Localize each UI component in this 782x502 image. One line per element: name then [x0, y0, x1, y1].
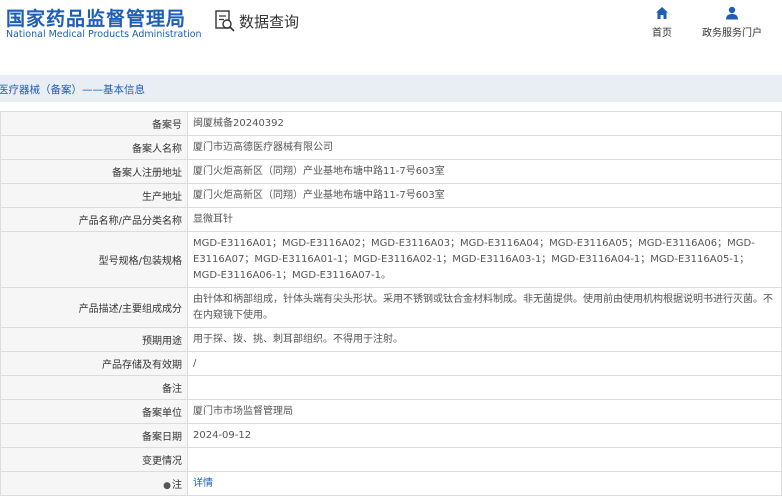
- logo-chinese[interactable]: 国家药品监督管理局: [6, 4, 186, 31]
- row-value: 闽厦械备20240392: [187, 111, 782, 136]
- row-value: 厦门火炬高新区（同翔）产业基地布塘中路11-7号603室: [187, 183, 782, 208]
- table-row: 产品描述/主要组成成分 由针体和柄部组成，针体头端有尖头形状。采用不锈钢或钛合金…: [0, 287, 782, 328]
- breadcrumb-bar: 医疗器械（备案）——基本信息: [0, 75, 782, 102]
- row-label: 备案人名称: [0, 135, 188, 160]
- row-value: /: [187, 351, 782, 376]
- note-value-cell: 详情: [187, 471, 782, 496]
- row-label: 产品存储及有效期: [0, 351, 188, 376]
- row-label: 备案日期: [0, 423, 188, 448]
- row-value: 2024-09-12: [187, 423, 782, 448]
- table-row: 生产地址 厦门火炬高新区（同翔）产业基地布塘中路11-7号603室: [0, 183, 782, 208]
- table-row: 备案日期 2024-09-12: [0, 423, 782, 448]
- table-row: 产品存储及有效期 /: [0, 351, 782, 376]
- row-value: 用于探、拨、挑、刺耳部组织。不得用于注射。: [187, 327, 782, 352]
- row-value: 厦门市迈高德医疗器械有限公司: [187, 135, 782, 160]
- table-row-note: ●注 详情: [0, 471, 782, 496]
- site-header: 国家药品监督管理局 National Medical Products Admi…: [0, 0, 782, 75]
- data-query-icon: [215, 10, 235, 32]
- note-label-cell: ●注: [0, 471, 188, 496]
- row-label: 产品名称/产品分类名称: [0, 207, 188, 232]
- data-query-title: 数据查询: [215, 10, 299, 32]
- table-row: 备注: [0, 375, 782, 400]
- row-label: 备案单位: [0, 399, 188, 424]
- row-value: 厦门市市场监督管理局: [187, 399, 782, 424]
- row-label: 预期用途: [0, 327, 188, 352]
- detail-table: 备案号 闽厦械备20240392 备案人名称 厦门市迈高德医疗器械有限公司 备案…: [0, 111, 782, 496]
- row-value: [187, 375, 782, 400]
- home-icon: [656, 7, 668, 19]
- row-value: 由针体和柄部组成，针体头端有尖头形状。采用不锈钢或钛合金材料制成。非无菌提供。使…: [187, 287, 782, 328]
- details-link[interactable]: 详情: [193, 478, 213, 489]
- row-value: 显微耳针: [187, 207, 782, 232]
- table-row: 备案人注册地址 厦门火炬高新区（同翔）产业基地布塘中路11-7号603室: [0, 159, 782, 184]
- row-label: 备注: [0, 375, 188, 400]
- nav-home-label: 首页: [652, 28, 672, 39]
- row-label: 备案人注册地址: [0, 159, 188, 184]
- user-icon: [726, 6, 738, 20]
- row-value: [187, 447, 782, 472]
- row-label: 产品描述/主要组成成分: [0, 287, 188, 328]
- row-label: 生产地址: [0, 183, 188, 208]
- table-row: 产品名称/产品分类名称 显微耳针: [0, 207, 782, 232]
- table-row: 备案单位 厦门市市场监督管理局: [0, 399, 782, 424]
- logo-english[interactable]: National Medical Products Administration: [6, 29, 202, 40]
- row-label: 备案号: [0, 111, 188, 136]
- table-row: 型号规格/包装规格 MGD-E3116A01；MGD-E3116A02；MGD-…: [0, 231, 782, 288]
- note-label: 注: [172, 480, 182, 491]
- table-row: 预期用途 用于探、拨、挑、刺耳部组织。不得用于注射。: [0, 327, 782, 352]
- table-row: 变更情况: [0, 447, 782, 472]
- row-label: 型号规格/包装规格: [0, 231, 188, 288]
- table-row: 备案号 闽厦械备20240392: [0, 111, 782, 136]
- row-label: 变更情况: [0, 447, 188, 472]
- breadcrumb: 医疗器械（备案）——基本信息: [0, 84, 145, 96]
- table-row: 备案人名称 厦门市迈高德医疗器械有限公司: [0, 135, 782, 160]
- row-value: 厦门火炬高新区（同翔）产业基地布塘中路11-7号603室: [187, 159, 782, 184]
- pin-icon: ●: [163, 481, 171, 491]
- nav-home[interactable]: 首页: [627, 6, 697, 39]
- nav-portal-label: 政务服务门户: [702, 28, 762, 39]
- data-query-label: 数据查询: [239, 12, 300, 31]
- nav-service-portal[interactable]: 政务服务门户: [697, 6, 767, 39]
- row-value: MGD-E3116A01；MGD-E3116A02；MGD-E3116A03；M…: [187, 231, 782, 288]
